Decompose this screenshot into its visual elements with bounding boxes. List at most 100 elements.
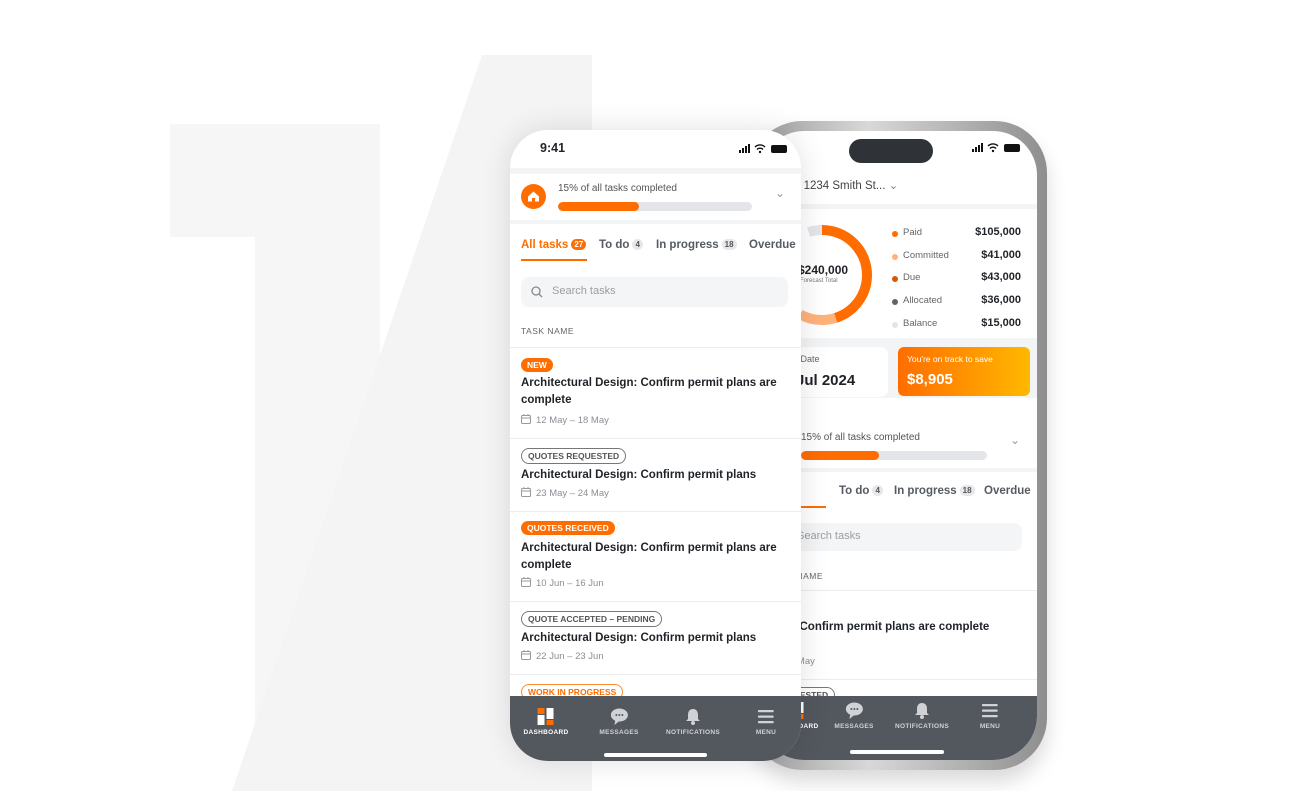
progress-label: 15% of all tasks completed <box>801 432 920 443</box>
legend-value: $41,000 <box>981 248 1021 261</box>
savings-label: You're on track to save <box>907 354 993 364</box>
task-date: 22 Jun – 23 Jun <box>521 650 604 662</box>
nav-menu[interactable]: MENU <box>756 708 776 736</box>
front-phone: 9:41 15% of all tasks completed ⌄ All ta… <box>510 130 801 761</box>
home-icon <box>521 184 546 209</box>
completion-date-value: Jul 2024 <box>796 372 856 389</box>
nav-label: MENU <box>755 729 777 736</box>
legend-value: $43,000 <box>981 271 1021 284</box>
status-icons <box>972 143 1020 153</box>
nav-label: MENU <box>979 723 1001 730</box>
tab-count-badge: 4 <box>872 485 883 496</box>
legend-dot <box>892 321 898 328</box>
divider <box>510 438 801 439</box>
calendar-icon <box>521 577 531 587</box>
status-time: 9:41 <box>540 141 566 155</box>
search-icon <box>531 286 543 298</box>
legend-dot <box>892 231 898 237</box>
status-badge: NEW <box>521 358 553 372</box>
legend-value: $105,000 <box>975 226 1021 238</box>
tab-label: Overdue <box>749 239 796 251</box>
search-placeholder: Search tasks <box>552 285 616 297</box>
chevron-down-icon: ⌄ <box>888 180 899 192</box>
back-phone-screen: Project A - 1234 Smith St... ⌄ $240,000 … <box>760 131 1037 760</box>
legend-label: Allocated <box>903 295 943 307</box>
legend-dot <box>892 253 898 260</box>
legend-label: Balance <box>903 317 938 329</box>
task-title[interactable]: Architectural Design: Confirm permit pla… <box>521 467 789 484</box>
nav-messages[interactable]: MESSAGES <box>834 702 873 730</box>
nav-label: MESSAGES <box>834 723 874 730</box>
search-input[interactable]: Search tasks <box>521 277 788 307</box>
nav-notifications[interactable]: NOTIFICATIONS <box>666 708 720 736</box>
dynamic-island <box>849 139 933 163</box>
dashboard-icon <box>537 708 554 725</box>
hamburger-icon <box>982 704 998 718</box>
nav-messages[interactable]: MESSAGES <box>599 708 638 736</box>
divider <box>510 511 801 512</box>
tab-label: To do <box>839 485 870 497</box>
hamburger-icon <box>758 710 774 724</box>
tab-label: In progress <box>656 239 719 251</box>
chevron-down-icon[interactable]: ⌄ <box>1010 433 1020 447</box>
savings-card: You're on track to save $8,905 <box>898 347 1030 396</box>
tab-to-do[interactable]: To do 4 <box>599 239 643 251</box>
task-date: 23 May – 24 May <box>521 487 609 499</box>
calendar-icon <box>521 414 531 424</box>
nav-dashboard[interactable]: DASHBOARD <box>524 708 569 736</box>
bell-icon <box>914 703 929 719</box>
task-date: 12 May – 18 May <box>521 414 609 426</box>
chat-bubble-icon <box>845 702 863 719</box>
tab-count-badge: 18 <box>721 239 737 250</box>
forecast-total-value: $240,000 <box>798 263 849 277</box>
legend-dot <box>892 276 898 283</box>
divider <box>510 601 801 602</box>
legend-dot <box>892 299 898 306</box>
savings-value: $8,905 <box>907 371 953 388</box>
nav-label: NOTIFICATIONS <box>895 723 949 730</box>
tab-label: In progress <box>894 485 957 497</box>
divider <box>510 674 801 675</box>
legend-label: Committed <box>903 249 949 261</box>
chevron-down-icon[interactable]: ⌄ <box>775 186 785 200</box>
status-badge: QUOTES REQUESTED <box>521 448 627 464</box>
tab-overdue[interactable]: Overdue <box>749 239 796 251</box>
bell-icon <box>685 709 700 725</box>
tab-label: To do <box>599 239 630 251</box>
progress-bar <box>801 451 987 460</box>
tab-overdue[interactable]: Overdue <box>984 485 1031 497</box>
forecast-total-label: Forecast Total <box>800 278 838 284</box>
task-date: 10 Jun – 16 Jun <box>521 577 604 589</box>
tab-label: Overdue <box>984 485 1031 497</box>
home-indicator <box>850 750 944 754</box>
home-indicator <box>604 753 707 757</box>
nav-notifications[interactable]: NOTIFICATIONS <box>895 702 949 730</box>
tab-count-badge: 27 <box>571 239 587 250</box>
tab-all-tasks[interactable]: All tasks27 <box>521 239 587 251</box>
legend-value: $36,000 <box>981 294 1021 307</box>
active-tab-underline <box>521 259 587 261</box>
tab-to-do[interactable]: To do 4 <box>839 485 883 497</box>
status-icons <box>739 144 787 154</box>
chat-bubble-icon <box>610 708 628 725</box>
bottom-nav: DASHBOARD MESSAGES NOTIFICATIONS MENU <box>510 696 801 761</box>
tab-count-badge: 18 <box>959 485 975 496</box>
tab-in-progress[interactable]: In progress 18 <box>656 239 737 251</box>
task-title[interactable]: Architectural Design: Confirm permit pla… <box>521 540 789 574</box>
legend-label: Paid <box>903 227 923 238</box>
calendar-icon <box>521 650 531 660</box>
bottom-nav: DASHBOARDMESSAGESNOTIFICATIONSMENU <box>760 696 1037 760</box>
progress-label: 15% of all tasks completed <box>558 183 677 194</box>
progress-bar <box>558 202 752 211</box>
tab-count-badge: 4 <box>632 239 643 250</box>
search-placeholder: Search tasks <box>797 530 861 542</box>
column-header-task-name: TASK NAME <box>521 326 574 336</box>
task-title[interactable]: Architectural Design: Confirm permit pla… <box>521 630 789 647</box>
calendar-icon <box>521 487 531 497</box>
task-title[interactable]: Architectural Design: Confirm permit pla… <box>521 375 789 409</box>
nav-label: MESSAGES <box>599 729 639 736</box>
nav-menu[interactable]: MENU <box>980 702 1000 730</box>
tab-label: All tasks <box>521 239 569 251</box>
tab-in-progress[interactable]: In progress 18 <box>894 485 975 497</box>
nav-label: NOTIFICATIONS <box>666 729 720 736</box>
